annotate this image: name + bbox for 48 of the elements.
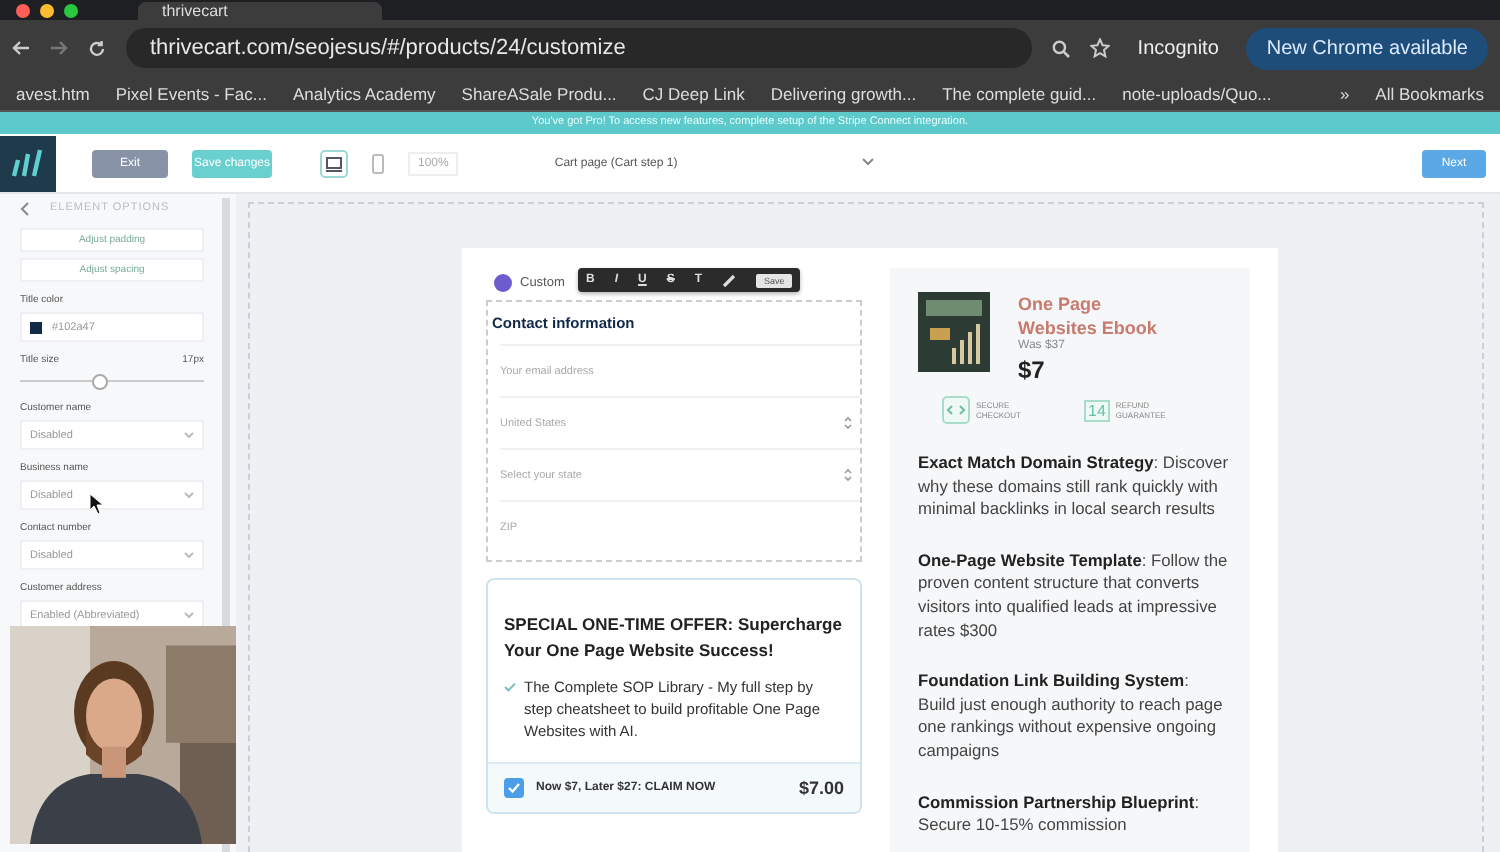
logo-icon (0, 135, 56, 191)
incognito-badge[interactable]: Incognito (1129, 37, 1227, 59)
star-icon[interactable] (1089, 38, 1110, 58)
cursor-icon (90, 494, 104, 514)
code-icon (942, 396, 970, 424)
claim-checkbox[interactable] (504, 778, 524, 798)
feature-text: Exact Match Domain Strategy: Discover why these domains still rank quickly with minimal backlinks in local search results (918, 452, 1230, 522)
section-icon (494, 273, 512, 291)
feature-text: Commission Partnership Blueprint: Secure 10-15% commission (918, 791, 1202, 838)
pen-icon[interactable] (722, 273, 737, 287)
bookmark-link[interactable]: note-uploads/Quo... (1122, 83, 1272, 103)
chevron-down-icon (184, 492, 194, 498)
all-bookmarks-link[interactable]: All Bookmarks (1375, 83, 1484, 103)
address-bar[interactable]: thrivecart.com/seojesus/#/products/24/customize (126, 28, 1032, 68)
days-badge: 14 (1084, 399, 1110, 421)
window-controls-icon[interactable] (16, 3, 78, 17)
product-name: One Page Websites Ebook (1018, 292, 1159, 339)
chevron-down-icon (184, 432, 194, 438)
chevron-down-icon (184, 552, 194, 558)
more-bookmarks-button[interactable]: » (1339, 83, 1350, 103)
reload-icon[interactable] (88, 39, 106, 57)
book-cover-icon (918, 292, 990, 372)
bookmark-link[interactable]: The complete guid... (942, 83, 1097, 103)
offer-title: SPECIAL ONE-TIME OFFER: Supercharge Your One Page Website Success! (502, 612, 844, 664)
bookmark-link[interactable]: Analytics Academy (292, 83, 436, 103)
bookmark-link[interactable]: CJ Deep Link (642, 83, 745, 103)
feature-text: Foundation Link Building System: Build just enough authority to reach page one rankings without expensive ongoing campaigns (918, 670, 1225, 764)
browser-tab[interactable]: thrivecart (138, 2, 382, 20)
bookmark-link[interactable]: avest.htm (16, 83, 90, 103)
update-button[interactable]: New Chrome available (1246, 27, 1488, 69)
color-swatch (30, 321, 42, 333)
back-icon[interactable] (12, 40, 30, 56)
desktop-icon[interactable] (320, 149, 348, 177)
bookmark-link[interactable]: ShareASale Produ... (461, 83, 617, 103)
feature-text: One-Page Website Template: Follow the proven content structure that converts visitors into qualified leads at impressive rates $300 (918, 549, 1230, 643)
offer-price: $7.00 (798, 778, 844, 798)
product-price: $7 (1018, 356, 1047, 384)
bookmark-link[interactable]: Pixel Events - Fac... (115, 83, 267, 103)
back-button[interactable] (20, 201, 30, 215)
chevron-down-icon (184, 612, 194, 618)
check-icon (504, 682, 516, 692)
chevron-down-icon (862, 157, 875, 165)
slider-thumb[interactable] (91, 374, 108, 390)
bookmark-link[interactable]: Delivering growth... (770, 83, 917, 103)
forward-icon[interactable] (50, 40, 68, 56)
search-icon[interactable] (1051, 39, 1070, 57)
select-arrows-icon (844, 468, 852, 482)
select-arrows-icon (844, 416, 852, 430)
